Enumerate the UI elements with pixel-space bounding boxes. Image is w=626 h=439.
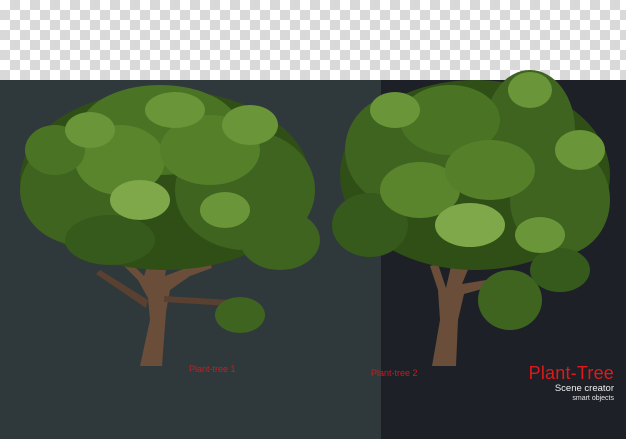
tree-1-label: Plant-tree 1	[189, 364, 236, 374]
brand-subtitle: Scene creator	[554, 383, 614, 394]
brand-tagline: smart objects	[572, 395, 614, 402]
tree-1	[20, 85, 320, 366]
brand-block: Plant-Tree Scene creator smart objects	[529, 364, 614, 403]
tree-2	[332, 70, 610, 366]
tree-2-label: Plant-tree 2	[371, 368, 418, 378]
tree-1-canopy	[20, 85, 320, 333]
brand-title: Plant-Tree	[528, 363, 614, 383]
